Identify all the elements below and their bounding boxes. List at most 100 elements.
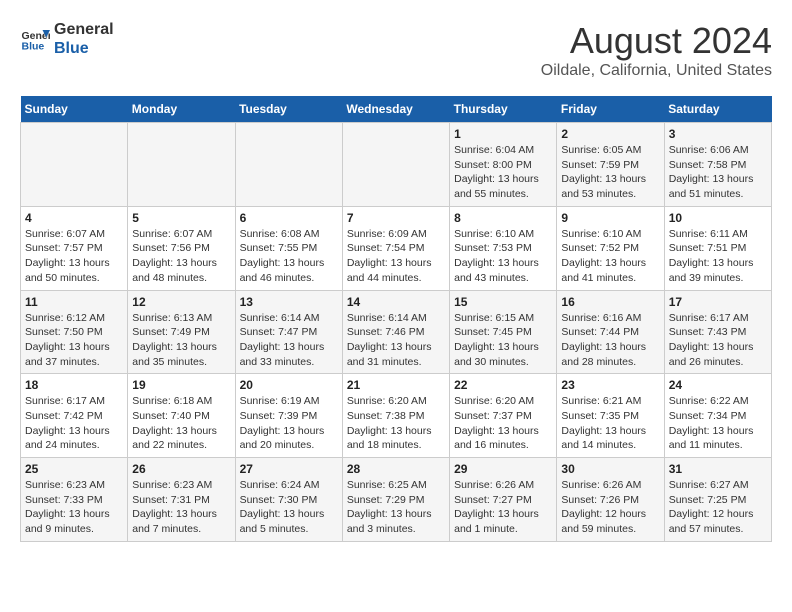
subtitle: Oildale, California, United States — [541, 62, 772, 80]
day-info: Sunrise: 6:27 AM Sunset: 7:25 PM Dayligh… — [669, 478, 767, 537]
day-info: Sunrise: 6:14 AM Sunset: 7:46 PM Dayligh… — [347, 311, 445, 370]
day-number: 2 — [561, 127, 659, 141]
calendar-cell: 17 Sunrise: 6:17 AM Sunset: 7:43 PM Dayli… — [664, 290, 771, 374]
day-info: Sunrise: 6:08 AM Sunset: 7:55 PM Dayligh… — [240, 227, 338, 286]
logo-general: General — [54, 20, 114, 39]
calendar-cell: 21Sunrise: 6:20 AM Sunset: 7:38 PM Dayli… — [342, 374, 449, 458]
calendar-cell: 16 Sunrise: 6:16 AM Sunset: 7:44 PM Dayli… — [557, 290, 664, 374]
day-info: Sunrise: 6:17 AM Sunset: 7:43 PM Dayligh… — [669, 311, 767, 370]
svg-text:Blue: Blue — [22, 41, 45, 53]
calendar-header: SundayMondayTuesdayWednesdayThursdayFrid… — [21, 96, 772, 123]
day-number: 16 — [561, 295, 659, 309]
day-info: Sunrise: 6:06 AM Sunset: 7:58 PM Dayligh… — [669, 143, 767, 202]
day-info: Sunrise: 6:16 AM Sunset: 7:44 PM Dayligh… — [561, 311, 659, 370]
day-number: 8 — [454, 211, 552, 225]
calendar-cell — [21, 123, 128, 207]
day-info: Sunrise: 6:14 AM Sunset: 7:47 PM Dayligh… — [240, 311, 338, 370]
day-info: Sunrise: 6:20 AM Sunset: 7:37 PM Dayligh… — [454, 394, 552, 453]
day-info: Sunrise: 6:21 AM Sunset: 7:35 PM Dayligh… — [561, 394, 659, 453]
day-info: Sunrise: 6:15 AM Sunset: 7:45 PM Dayligh… — [454, 311, 552, 370]
calendar-cell: 8 Sunrise: 6:10 AM Sunset: 7:53 PM Daylig… — [450, 206, 557, 290]
day-info: Sunrise: 6:11 AM Sunset: 7:51 PM Dayligh… — [669, 227, 767, 286]
calendar-cell: 4Sunrise: 6:07 AM Sunset: 7:57 PM Daylig… — [21, 206, 128, 290]
calendar-cell: 29 Sunrise: 6:26 AM Sunset: 7:27 PM Dayli… — [450, 458, 557, 542]
day-info: Sunrise: 6:17 AM Sunset: 7:42 PM Dayligh… — [25, 394, 123, 453]
day-number: 1 — [454, 127, 552, 141]
day-number: 7 — [347, 211, 445, 225]
day-info: Sunrise: 6:18 AM Sunset: 7:40 PM Dayligh… — [132, 394, 230, 453]
calendar-week-row: 18 Sunrise: 6:17 AM Sunset: 7:42 PM Dayli… — [21, 374, 772, 458]
weekday-header: Sunday — [21, 96, 128, 123]
calendar-cell: 19 Sunrise: 6:18 AM Sunset: 7:40 PM Dayli… — [128, 374, 235, 458]
weekday-header: Wednesday — [342, 96, 449, 123]
weekday-header: Tuesday — [235, 96, 342, 123]
page-header: General Blue General Blue August 2024 Oi… — [20, 20, 772, 80]
calendar-cell: 28 Sunrise: 6:25 AM Sunset: 7:29 PM Dayli… — [342, 458, 449, 542]
day-info: Sunrise: 6:20 AM Sunset: 7:38 PM Dayligh… — [347, 394, 445, 453]
calendar-week-row: 1Sunrise: 6:04 AM Sunset: 8:00 PM Daylig… — [21, 123, 772, 207]
calendar-cell: 30 Sunrise: 6:26 AM Sunset: 7:26 PM Dayli… — [557, 458, 664, 542]
calendar-cell: 7 Sunrise: 6:09 AM Sunset: 7:54 PM Daylig… — [342, 206, 449, 290]
calendar-cell: 3 Sunrise: 6:06 AM Sunset: 7:58 PM Daylig… — [664, 123, 771, 207]
calendar-cell: 27 Sunrise: 6:24 AM Sunset: 7:30 PM Dayli… — [235, 458, 342, 542]
calendar-cell: 20Sunrise: 6:19 AM Sunset: 7:39 PM Dayli… — [235, 374, 342, 458]
day-info: Sunrise: 6:19 AM Sunset: 7:39 PM Dayligh… — [240, 394, 338, 453]
calendar-cell — [128, 123, 235, 207]
day-number: 22 — [454, 378, 552, 392]
calendar-cell: 10Sunrise: 6:11 AM Sunset: 7:51 PM Dayli… — [664, 206, 771, 290]
day-info: Sunrise: 6:23 AM Sunset: 7:31 PM Dayligh… — [132, 478, 230, 537]
calendar-cell — [235, 123, 342, 207]
weekday-header: Friday — [557, 96, 664, 123]
day-number: 26 — [132, 462, 230, 476]
calendar-week-row: 4Sunrise: 6:07 AM Sunset: 7:57 PM Daylig… — [21, 206, 772, 290]
day-number: 14 — [347, 295, 445, 309]
weekday-header: Thursday — [450, 96, 557, 123]
day-info: Sunrise: 6:07 AM Sunset: 7:56 PM Dayligh… — [132, 227, 230, 286]
calendar-cell: 12Sunrise: 6:13 AM Sunset: 7:49 PM Dayli… — [128, 290, 235, 374]
day-number: 17 — [669, 295, 767, 309]
day-number: 6 — [240, 211, 338, 225]
calendar-cell: 25Sunrise: 6:23 AM Sunset: 7:33 PM Dayli… — [21, 458, 128, 542]
calendar-cell: 9 Sunrise: 6:10 AM Sunset: 7:52 PM Daylig… — [557, 206, 664, 290]
day-number: 18 — [25, 378, 123, 392]
day-info: Sunrise: 6:24 AM Sunset: 7:30 PM Dayligh… — [240, 478, 338, 537]
day-number: 31 — [669, 462, 767, 476]
day-number: 30 — [561, 462, 659, 476]
calendar-body: 1Sunrise: 6:04 AM Sunset: 8:00 PM Daylig… — [21, 123, 772, 542]
calendar-table: SundayMondayTuesdayWednesdayThursdayFrid… — [20, 96, 772, 542]
calendar-cell: 18 Sunrise: 6:17 AM Sunset: 7:42 PM Dayli… — [21, 374, 128, 458]
day-info: Sunrise: 6:26 AM Sunset: 7:26 PM Dayligh… — [561, 478, 659, 537]
calendar-cell: 26 Sunrise: 6:23 AM Sunset: 7:31 PM Dayli… — [128, 458, 235, 542]
calendar-cell: 31 Sunrise: 6:27 AM Sunset: 7:25 PM Dayli… — [664, 458, 771, 542]
title-block: August 2024 Oildale, California, United … — [541, 20, 772, 80]
calendar-week-row: 11Sunrise: 6:12 AM Sunset: 7:50 PM Dayli… — [21, 290, 772, 374]
calendar-cell: 23Sunrise: 6:21 AM Sunset: 7:35 PM Dayli… — [557, 374, 664, 458]
day-info: Sunrise: 6:26 AM Sunset: 7:27 PM Dayligh… — [454, 478, 552, 537]
calendar-cell: 13 Sunrise: 6:14 AM Sunset: 7:47 PM Dayli… — [235, 290, 342, 374]
day-number: 3 — [669, 127, 767, 141]
day-number: 5 — [132, 211, 230, 225]
weekday-header: Saturday — [664, 96, 771, 123]
day-info: Sunrise: 6:05 AM Sunset: 7:59 PM Dayligh… — [561, 143, 659, 202]
day-info: Sunrise: 6:22 AM Sunset: 7:34 PM Dayligh… — [669, 394, 767, 453]
day-number: 27 — [240, 462, 338, 476]
day-info: Sunrise: 6:10 AM Sunset: 7:53 PM Dayligh… — [454, 227, 552, 286]
day-info: Sunrise: 6:25 AM Sunset: 7:29 PM Dayligh… — [347, 478, 445, 537]
day-info: Sunrise: 6:09 AM Sunset: 7:54 PM Dayligh… — [347, 227, 445, 286]
calendar-cell: 14 Sunrise: 6:14 AM Sunset: 7:46 PM Dayli… — [342, 290, 449, 374]
day-number: 4 — [25, 211, 123, 225]
day-number: 12 — [132, 295, 230, 309]
day-info: Sunrise: 6:10 AM Sunset: 7:52 PM Dayligh… — [561, 227, 659, 286]
calendar-cell: 22 Sunrise: 6:20 AM Sunset: 7:37 PM Dayli… — [450, 374, 557, 458]
day-number: 13 — [240, 295, 338, 309]
calendar-cell — [342, 123, 449, 207]
day-info: Sunrise: 6:12 AM Sunset: 7:50 PM Dayligh… — [25, 311, 123, 370]
day-number: 19 — [132, 378, 230, 392]
weekday-header: Monday — [128, 96, 235, 123]
calendar-cell: 5 Sunrise: 6:07 AM Sunset: 7:56 PM Daylig… — [128, 206, 235, 290]
day-number: 28 — [347, 462, 445, 476]
header-row: SundayMondayTuesdayWednesdayThursdayFrid… — [21, 96, 772, 123]
day-number: 9 — [561, 211, 659, 225]
day-number: 29 — [454, 462, 552, 476]
calendar-cell: 6 Sunrise: 6:08 AM Sunset: 7:55 PM Daylig… — [235, 206, 342, 290]
